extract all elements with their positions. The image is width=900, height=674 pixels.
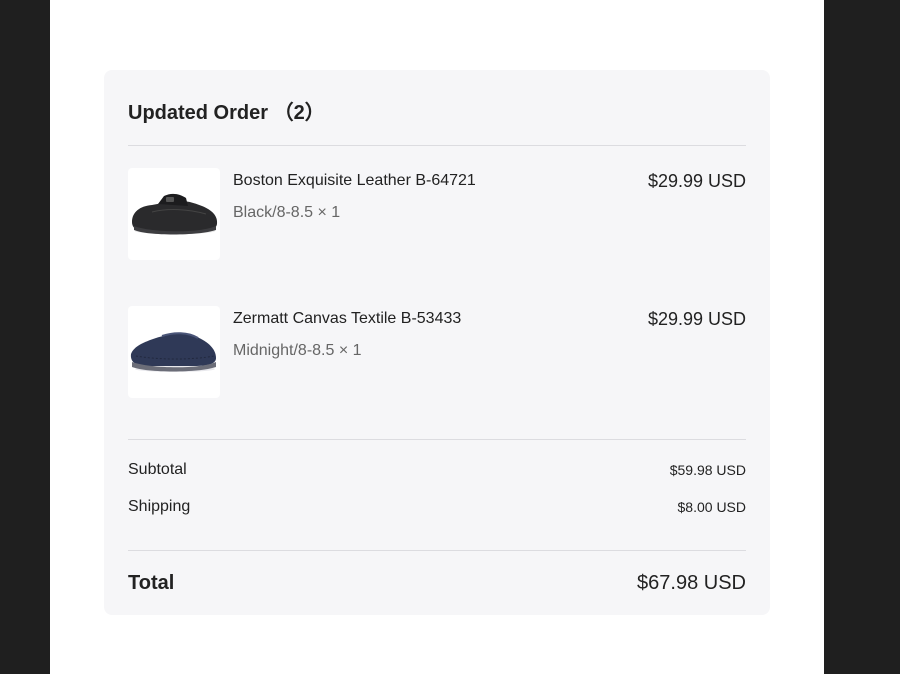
subtotal-row: Subtotal $59.98 USD (128, 461, 746, 481)
subtotal-value: $59.98 USD (669, 462, 746, 478)
divider (128, 145, 746, 146)
order-item: Zermatt Canvas Textile B-53433 Midnight/… (128, 306, 746, 398)
total-label: Total (128, 572, 175, 594)
order-item: Boston Exquisite Leather B-64721 Black/8… (128, 168, 746, 260)
item-price: $29.99 USD (647, 171, 746, 191)
total-value: $67.98 USD (637, 572, 746, 594)
item-variant: Black/8-8.5 × 1 (233, 204, 341, 221)
divider (128, 439, 746, 440)
subtotal-label: Subtotal (128, 461, 187, 478)
order-summary-card: Updated Order （2） Boston Exquisite Leath… (104, 70, 770, 615)
order-title: Updated Order （2） (128, 102, 325, 124)
navy-textile-slipper-image (128, 306, 220, 398)
divider (128, 550, 746, 551)
black-leather-clog-image (128, 168, 220, 260)
shipping-value: $8.00 USD (677, 499, 746, 515)
total-row: Total $67.98 USD (128, 572, 746, 598)
shipping-row: Shipping $8.00 USD (128, 498, 746, 518)
shipping-label: Shipping (128, 498, 191, 515)
item-name: Zermatt Canvas Textile B-53433 (233, 310, 462, 327)
email-page: Updated Order （2） Boston Exquisite Leath… (50, 0, 824, 674)
item-price: $29.99 USD (647, 309, 746, 329)
item-variant: Midnight/8-8.5 × 1 (233, 342, 362, 359)
item-name: Boston Exquisite Leather B-64721 (233, 172, 476, 189)
